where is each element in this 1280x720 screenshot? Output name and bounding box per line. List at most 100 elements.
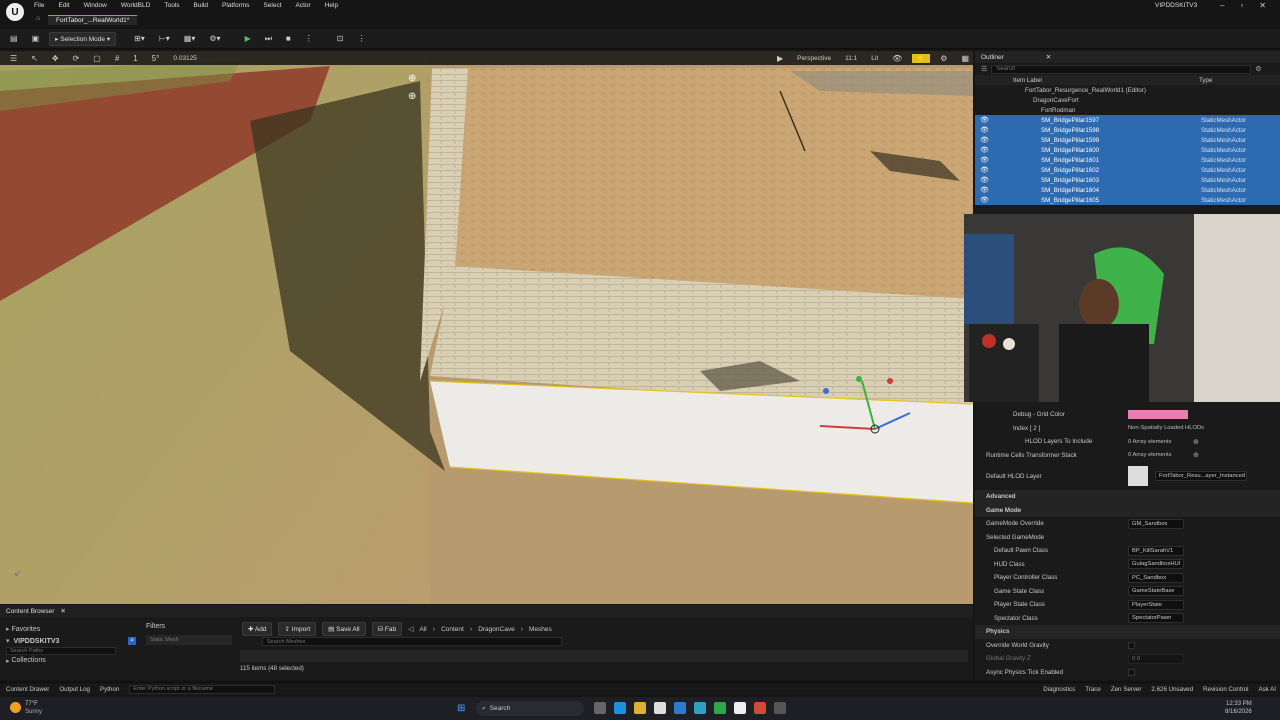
- menu-help[interactable]: Help: [325, 2, 338, 9]
- menu-file[interactable]: File: [34, 2, 44, 9]
- outliner-row[interactable]: 👁 SM_BridgePillar1600 StaticMeshActor: [975, 145, 1280, 155]
- tree-subfolder[interactable]: FortRodman: [975, 105, 1280, 115]
- more-icon[interactable]: ⋮: [353, 34, 369, 43]
- class-dropdown[interactable]: GulagSandboxHUI: [1128, 559, 1184, 570]
- grid-snap-icon[interactable]: #: [111, 54, 123, 63]
- scale-icon[interactable]: ▢: [89, 54, 105, 63]
- visibility-icon[interactable]: 👁: [980, 136, 989, 144]
- unreal-taskbar-icon[interactable]: [734, 702, 746, 714]
- physics-section[interactable]: Physics: [975, 625, 1280, 639]
- visibility-icon[interactable]: 👁: [980, 156, 989, 164]
- tree-world[interactable]: FortTabor_Resurgence_RealWorld1 (Editor): [975, 85, 1280, 95]
- class-dropdown[interactable]: GameStateBase: [1128, 586, 1184, 597]
- game-mode-section[interactable]: Game Mode: [975, 503, 1280, 517]
- menu-select[interactable]: Select: [263, 2, 281, 9]
- windows-start-icon[interactable]: ⊞: [457, 703, 465, 714]
- fab-button[interactable]: ⛁ Fab: [371, 622, 403, 636]
- menu-edit[interactable]: Edit: [58, 2, 69, 9]
- save-icon[interactable]: ▤: [6, 34, 22, 43]
- collections-row[interactable]: ▸ Collections: [6, 655, 136, 666]
- class-dropdown[interactable]: BP_KillSarahV1: [1128, 545, 1184, 556]
- angle-value[interactable]: 1: [129, 54, 141, 63]
- back-icon[interactable]: ◁: [408, 625, 413, 633]
- weather-icon[interactable]: [10, 702, 21, 713]
- zen-server-button[interactable]: Zen Server: [1111, 686, 1142, 693]
- steam-icon[interactable]: [674, 702, 686, 714]
- visibility-icon[interactable]: 👁: [980, 186, 989, 194]
- build-icon[interactable]: ⚙▾: [205, 34, 224, 43]
- menu-actor[interactable]: Actor: [296, 2, 311, 9]
- level-viewport[interactable]: ⊕ ⊕ ↙: [0, 51, 973, 604]
- filter-icon[interactable]: ☰: [981, 65, 987, 73]
- python-console-input[interactable]: [129, 684, 276, 694]
- close-content-icon[interactable]: ✕: [60, 607, 65, 615]
- grid-color-swatch[interactable]: [1128, 410, 1188, 419]
- save-all-button[interactable]: ▤ Save All: [322, 622, 366, 636]
- realtime-icon[interactable]: ⚡: [912, 53, 931, 63]
- minimize-icon[interactable]: –: [1220, 1, 1224, 10]
- search-meshes-input[interactable]: [262, 637, 562, 646]
- chrome-icon[interactable]: [754, 702, 766, 714]
- scale-snap-value[interactable]: 0.03125: [169, 55, 201, 62]
- menu-worldbld[interactable]: WorldBLD: [121, 2, 151, 9]
- python-dropdown[interactable]: Python: [100, 686, 119, 693]
- hlod-layer-value[interactable]: FortTabor_Resu...ayer_Instanced: [1155, 471, 1247, 481]
- class-dropdown[interactable]: SpectatorPawn: [1128, 613, 1184, 624]
- outliner-row[interactable]: 👁 SM_BridgePillar1602 StaticMeshActor: [975, 165, 1280, 175]
- close-icon[interactable]: ✕: [1259, 1, 1266, 10]
- play-icon[interactable]: ▶: [241, 34, 255, 43]
- rotation-snap-value[interactable]: 5°: [148, 54, 164, 63]
- outliner-row[interactable]: 👁 SM_BridgePillar1599 StaticMeshActor: [975, 135, 1280, 145]
- blueprint-icon[interactable]: ⊢▾: [155, 34, 174, 43]
- layout-icon[interactable]: ▦: [957, 54, 973, 63]
- visibility-icon[interactable]: 👁: [980, 146, 989, 154]
- revision-control-button[interactable]: Revision Control: [1203, 686, 1248, 693]
- lit-dropdown[interactable]: Lit: [867, 55, 882, 62]
- visibility-icon[interactable]: 👁: [980, 196, 989, 204]
- settings-icon[interactable]: ⚙: [936, 54, 951, 63]
- import-button[interactable]: ⇪ Import: [278, 622, 317, 636]
- selection-mode-dropdown[interactable]: ▸ Selection Mode ▾: [49, 31, 117, 46]
- selected-gamemode-row[interactable]: Selected GameMode: [975, 531, 1280, 545]
- fov-value[interactable]: 11:1: [841, 55, 861, 62]
- crumb-all[interactable]: All: [419, 626, 426, 633]
- checkbox[interactable]: [1128, 641, 1135, 649]
- clock-date[interactable]: 8/16/2026: [1225, 708, 1252, 716]
- unsaved-button[interactable]: 2,626 Unsaved: [1151, 686, 1193, 693]
- show-icon[interactable]: 👁: [888, 54, 906, 63]
- clock-time[interactable]: 12:33 PM: [1225, 700, 1252, 708]
- visibility-icon[interactable]: 👁: [980, 166, 989, 174]
- add-element-icon[interactable]: ⊕: [1193, 451, 1199, 459]
- crumb-dragoncave[interactable]: DragonCave: [478, 626, 515, 633]
- edge-icon[interactable]: [614, 702, 626, 714]
- visibility-icon[interactable]: 👁: [980, 126, 989, 134]
- menu-tools[interactable]: Tools: [164, 2, 179, 9]
- close-outliner-icon[interactable]: ✕: [1046, 53, 1051, 61]
- maximize-icon[interactable]: ▫: [1240, 1, 1243, 10]
- crumb-meshes[interactable]: Meshes: [529, 626, 552, 633]
- play-options-icon[interactable]: ⋮: [301, 34, 317, 43]
- col-type[interactable]: Type: [1199, 77, 1212, 84]
- outliner-row[interactable]: 👁 SM_BridgePillar1604 StaticMeshActor: [975, 185, 1280, 195]
- step-icon[interactable]: ⏭: [261, 34, 276, 44]
- add-button[interactable]: ✚ Add: [242, 622, 273, 636]
- file-explorer-icon[interactable]: [634, 702, 646, 714]
- outliner-row[interactable]: 👁 SM_BridgePillar1605 StaticMeshActor: [975, 195, 1280, 205]
- translate-icon[interactable]: ✥: [48, 54, 63, 63]
- menu-build[interactable]: Build: [194, 2, 208, 9]
- cinematics-icon[interactable]: ▦▾: [180, 34, 200, 43]
- rotate-icon[interactable]: ⟳: [69, 54, 84, 63]
- outliner-settings-icon[interactable]: ⚙: [1255, 65, 1261, 73]
- unreal-logo-icon[interactable]: U: [6, 3, 24, 21]
- add-element-icon[interactable]: ⊕: [1193, 438, 1199, 446]
- outliner-row[interactable]: 👁 SM_BridgePillar1597 StaticMeshActor: [975, 115, 1280, 125]
- search-paths-input[interactable]: [6, 647, 116, 655]
- static-mesh-filter[interactable]: Static Mesh: [146, 635, 232, 645]
- class-dropdown[interactable]: PC_Sandbox: [1128, 572, 1184, 583]
- diagnostics-button[interactable]: Diagnostics: [1043, 686, 1075, 693]
- menu-window[interactable]: Window: [84, 2, 107, 9]
- index-value[interactable]: Non-Spatially Loaded HLODs: [1128, 425, 1204, 431]
- camera-icon[interactable]: ▶: [773, 54, 787, 63]
- class-dropdown[interactable]: PlayerState: [1128, 599, 1184, 610]
- hamburger-icon[interactable]: ☰: [6, 54, 21, 63]
